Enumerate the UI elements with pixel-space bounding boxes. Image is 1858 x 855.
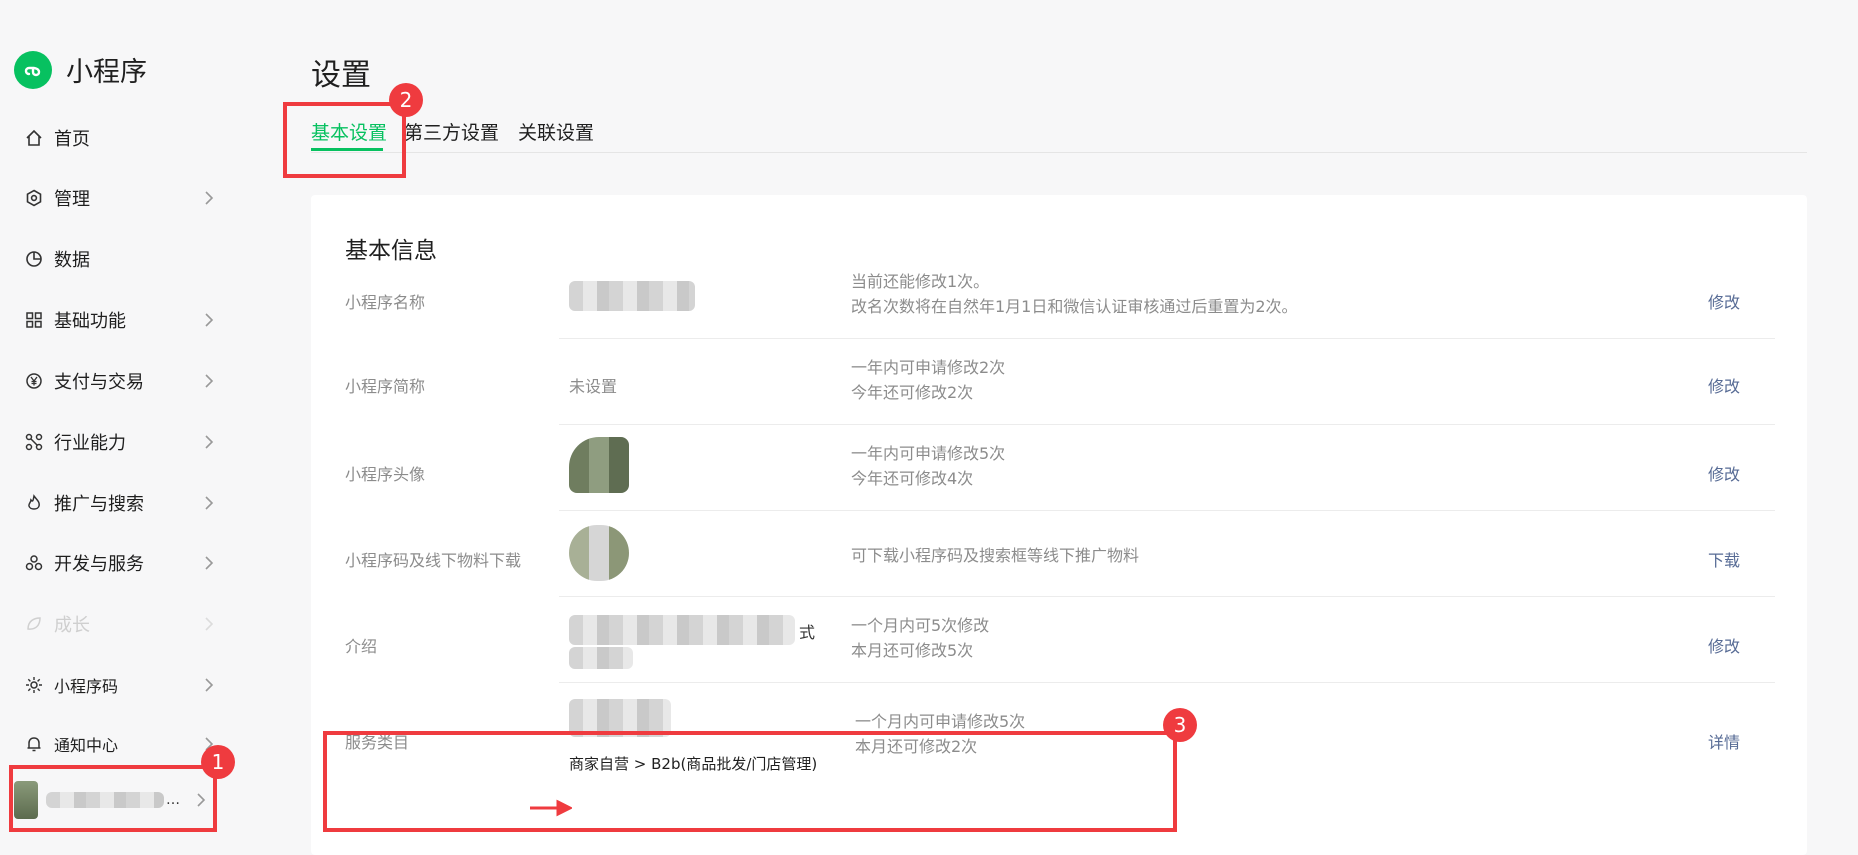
annotation-box-service-category (323, 731, 1177, 832)
sidebar-item-label: 基础功能 (54, 311, 126, 332)
sidebar-item-label: 管理 (54, 189, 90, 210)
hexagon-icon (24, 188, 44, 208)
sidebar-item-industry[interactable]: 行业能力 (24, 422, 214, 462)
row-description: 当前还能修改1次。 改名次数将在自然年1月1日和微信认证审核通过后重置为2次。 (851, 269, 1298, 319)
row-value: 未设置 (569, 377, 618, 396)
setting-row-avatar: 小程序头像 一年内可申请修改5次 今年还可修改4次 修改 (311, 425, 1807, 511)
sidebar-item-basic-functions[interactable]: 基础功能 (24, 300, 214, 340)
row-description: 一个月内可5次修改 本月还可修改5次 (851, 613, 989, 663)
row-desc-line: 一年内可申请修改5次 (851, 444, 1006, 463)
setting-row-short-name: 小程序简称 未设置 一年内可申请修改2次 今年还可修改2次 修改 (311, 339, 1807, 425)
sidebar-item-growth[interactable]: 成长 (24, 604, 214, 644)
row-desc-line: 今年还可修改2次 (851, 383, 974, 402)
row-label: 介绍 (345, 637, 378, 656)
sidebar-item-notifications[interactable]: 通知中心 (24, 724, 214, 764)
edit-avatar-link[interactable]: 修改 (1708, 461, 1740, 485)
bell-icon (24, 734, 44, 754)
tab-third-party-settings[interactable]: 第三方设置 (404, 118, 499, 145)
row-desc-line: 本月还可修改5次 (851, 641, 974, 660)
chevron-right-icon (204, 616, 214, 636)
sidebar-item-label: 小程序码 (54, 677, 119, 696)
row-label: 小程序名称 (345, 293, 426, 312)
sidebar-item-payment[interactable]: 支付与交易 (24, 361, 214, 401)
row-desc-line: 一个月内可5次修改 (851, 616, 990, 635)
avatar-image-redacted (569, 437, 629, 493)
sidebar-item-promotion[interactable]: 推广与搜索 (24, 483, 214, 523)
edit-introduction-link[interactable]: 修改 (1708, 633, 1740, 657)
annotation-arrow-icon (530, 799, 572, 817)
sidebar-item-home[interactable]: 首页 (24, 118, 214, 158)
row-description: 可下载小程序码及搜索框等线下推广物料 (851, 543, 1139, 568)
app-title: 小程序 (66, 57, 147, 88)
sidebar: 小程序 首页 管理 数据 基础功能 支付与交易 行业能力 推广与搜索 开发与服务 (0, 0, 240, 832)
sidebar-item-label: 行业能力 (54, 433, 126, 454)
download-materials-link[interactable]: 下载 (1708, 547, 1740, 571)
sidebar-item-label: 推广与搜索 (54, 494, 144, 515)
tab-association-settings[interactable]: 关联设置 (518, 118, 594, 145)
chevron-right-icon (204, 190, 214, 210)
row-desc-line: 一年内可申请修改2次 (851, 358, 1006, 377)
sidebar-item-label: 数据 (54, 250, 90, 271)
chevron-right-icon (204, 555, 214, 575)
row-label: 小程序码及线下物料下载 (345, 551, 522, 570)
nodes-icon (24, 432, 44, 452)
chevron-right-icon (204, 495, 214, 515)
row-desc-line: 改名次数将在自然年1月1日和微信认证审核通过后重置为2次。 (851, 297, 1298, 316)
sidebar-item-label: 首页 (54, 129, 90, 150)
pie-chart-icon (24, 249, 44, 269)
qrcode-image-redacted (569, 525, 629, 581)
tab-bar: 基本设置 第三方设置 关联设置 (311, 112, 1807, 153)
app-logo[interactable]: 小程序 (14, 50, 147, 89)
row-desc-line: 今年还可修改4次 (851, 469, 974, 488)
yuan-icon (24, 371, 44, 391)
edit-name-link[interactable]: 修改 (1708, 289, 1740, 313)
sidebar-item-data[interactable]: 数据 (24, 239, 214, 279)
row-label: 小程序头像 (345, 465, 426, 484)
sidebar-item-qrcode[interactable]: 小程序码 (24, 665, 214, 705)
sidebar-item-label: 成长 (54, 615, 90, 636)
row-description: 一年内可申请修改5次 今年还可修改4次 (851, 441, 1005, 491)
sidebar-item-label: 开发与服务 (54, 554, 144, 575)
setting-row-qrcode-download: 小程序码及线下物料下载 可下载小程序码及搜索框等线下推广物料 下载 (311, 511, 1807, 597)
chevron-right-icon (204, 434, 214, 454)
page-title: 设置 (311, 58, 371, 93)
setting-row-name: 小程序名称 当前还能修改1次。 改名次数将在自然年1月1日和微信认证审核通过后重… (311, 253, 1807, 339)
annotation-box-tabs (283, 102, 406, 178)
sidebar-item-manage[interactable]: 管理 (24, 178, 214, 218)
annotation-badge-2: 2 (389, 83, 423, 117)
intro-line1-redacted (569, 615, 795, 645)
annotation-badge-1: 1 (201, 745, 235, 779)
name-value-redacted (569, 281, 695, 311)
chevron-right-icon (204, 677, 214, 697)
sidebar-item-label: 通知中心 (54, 736, 119, 755)
edit-short-name-link[interactable]: 修改 (1708, 373, 1740, 397)
mini-program-logo-icon (14, 50, 52, 89)
intro-line2-redacted (569, 647, 633, 669)
service-category-detail-link[interactable]: 详情 (1708, 729, 1740, 753)
sidebar-item-label: 支付与交易 (54, 372, 144, 393)
flame-icon (24, 493, 44, 513)
setting-row-introduction: 介绍 式 一个月内可5次修改 本月还可修改5次 修改 (311, 597, 1807, 683)
annotation-box-account (9, 765, 217, 832)
leaf-icon (24, 614, 44, 634)
row-desc-line: 当前还能修改1次。 (851, 272, 990, 291)
cluster-icon (24, 553, 44, 573)
chevron-right-icon (204, 312, 214, 332)
sidebar-item-development[interactable]: 开发与服务 (24, 543, 214, 583)
intro-value-fragment: 式 (799, 623, 816, 642)
annotation-badge-3: 3 (1163, 708, 1197, 742)
sun-icon (24, 675, 44, 695)
row-desc-line: 可下载小程序码及搜索框等线下推广物料 (851, 546, 1140, 565)
grid-icon (24, 310, 44, 330)
row-label: 小程序简称 (345, 377, 426, 396)
row-description: 一年内可申请修改2次 今年还可修改2次 (851, 355, 1005, 405)
chevron-right-icon (204, 373, 214, 393)
home-icon (24, 128, 44, 148)
